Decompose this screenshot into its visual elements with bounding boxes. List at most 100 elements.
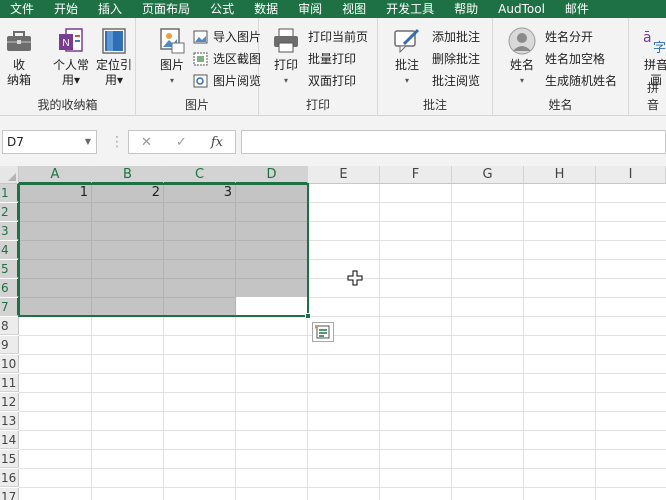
- comment-browse-label: 批注阅览: [432, 74, 481, 88]
- picture-label: 图片: [159, 58, 184, 72]
- row-header-1[interactable]: 1: [0, 184, 19, 202]
- row-header-9[interactable]: 9: [0, 336, 19, 354]
- picture-dropdown-icon: ▾: [169, 76, 174, 85]
- row-header-11[interactable]: 11: [0, 374, 19, 392]
- column-header-e[interactable]: E: [308, 166, 380, 184]
- batch-print-button[interactable]: 批量打印: [286, 49, 356, 69]
- formula-input[interactable]: [241, 130, 666, 154]
- locate-reference-icon: [99, 26, 129, 56]
- row-header-4[interactable]: 4: [0, 241, 19, 259]
- row-header-8[interactable]: 8: [0, 317, 19, 335]
- select-all-corner[interactable]: [0, 166, 19, 184]
- onenote-icon: N: [56, 26, 86, 56]
- locate-reference-label: 定位引 用▾: [95, 58, 132, 87]
- quick-analysis-icon: [315, 325, 330, 339]
- picture-icon: [157, 26, 187, 56]
- name-box[interactable]: D7 ▼: [2, 130, 97, 154]
- row-header-2[interactable]: 2: [0, 203, 19, 221]
- split-name-button[interactable]: 姓名分开: [523, 27, 593, 47]
- formula-bar: D7 ▼ ⋮ ✕ ✓ fx: [0, 116, 666, 166]
- name-box-dropdown-icon[interactable]: ▼: [85, 131, 91, 153]
- menu-home[interactable]: 开始: [44, 0, 88, 18]
- enter-icon[interactable]: ✓: [176, 135, 187, 150]
- cancel-icon[interactable]: ✕: [141, 135, 152, 150]
- name-add-space-button[interactable]: 姓名加空格: [523, 49, 605, 69]
- row-header-15[interactable]: 15: [0, 450, 19, 468]
- column-header-i[interactable]: I: [596, 166, 666, 184]
- row-header-14[interactable]: 14: [0, 431, 19, 449]
- screenshot-icon: [193, 52, 208, 66]
- group-label-picture: 图片: [184, 98, 209, 112]
- name-add-space-label: 姓名加空格: [545, 52, 606, 66]
- menu-file[interactable]: 文件: [0, 0, 44, 18]
- locate-reference-button[interactable]: 定位引 用▾: [94, 26, 134, 88]
- row-header-3[interactable]: 3: [0, 222, 19, 240]
- menu-bar: 文件 开始 插入 页面布局 公式 数据 审阅 视图 开发工具 帮助 AudToo…: [0, 0, 666, 18]
- picture-browse-label: 图片阅览: [213, 74, 262, 88]
- delete-comment-button[interactable]: 删除批注: [410, 49, 480, 69]
- column-header-d[interactable]: D: [236, 166, 308, 184]
- column-header-a[interactable]: A: [19, 166, 92, 184]
- menu-formulas[interactable]: 公式: [200, 0, 244, 18]
- gridline: [19, 411, 666, 412]
- personal-common-button[interactable]: N 个人常 用▾: [50, 26, 92, 88]
- random-name-button[interactable]: 生成随机姓名: [523, 71, 617, 91]
- gridline: [91, 184, 92, 316]
- quick-analysis-button[interactable]: [312, 322, 334, 342]
- name-box-value: D7: [7, 135, 24, 149]
- duplex-print-button[interactable]: 双面打印: [286, 71, 356, 91]
- row-header-12[interactable]: 12: [0, 393, 19, 411]
- box-button[interactable]: 收 纳箱: [2, 26, 36, 88]
- row-header-5[interactable]: 5: [0, 260, 19, 278]
- import-picture-button[interactable]: 导入图片: [191, 27, 261, 47]
- column-header-c[interactable]: C: [164, 166, 236, 184]
- import-picture-label: 导入图片: [213, 30, 262, 44]
- column-header-h[interactable]: H: [524, 166, 596, 184]
- column-header-b[interactable]: B: [92, 166, 164, 184]
- row-header-10[interactable]: 10: [0, 355, 19, 373]
- gridline: [451, 184, 452, 500]
- menu-view[interactable]: 视图: [332, 0, 376, 18]
- personal-common-label: 个人常 用▾: [52, 58, 89, 87]
- row-header-6[interactable]: 6: [0, 279, 19, 297]
- print-current-page-button[interactable]: 打印当前页: [286, 27, 368, 47]
- range-screenshot-label: 选区截图: [213, 52, 262, 66]
- row-header-13[interactable]: 13: [0, 412, 19, 430]
- range-screenshot-button[interactable]: 选区截图: [191, 49, 261, 69]
- group-comment: 批注 ▾ 添加批注 删除批注 批注阅览 批注: [378, 18, 493, 116]
- batch-print-label: 批量打印: [308, 52, 357, 66]
- column-header-g[interactable]: G: [452, 166, 524, 184]
- picture-browse-icon: [193, 74, 208, 88]
- svg-text:N: N: [62, 38, 69, 49]
- row-header-16[interactable]: 16: [0, 469, 19, 487]
- menu-review[interactable]: 审阅: [288, 0, 332, 18]
- cell-cursor-icon: [347, 270, 363, 286]
- row-header-7[interactable]: 7: [0, 298, 19, 316]
- group-label-my-box: 我的收纳箱: [37, 98, 98, 112]
- cell-b1[interactable]: 2: [92, 184, 164, 202]
- insert-function-icon[interactable]: fx: [211, 135, 223, 150]
- picture-button[interactable]: 图片 ▾: [154, 26, 190, 88]
- comment-browse-button[interactable]: 批注阅览: [410, 71, 480, 91]
- gridline: [19, 468, 666, 469]
- menu-mail[interactable]: 邮件: [555, 0, 599, 18]
- delete-comment-label: 删除批注: [432, 52, 481, 66]
- column-header-f[interactable]: F: [380, 166, 452, 184]
- worksheet-grid[interactable]: A B C D E F G H I 1 2 3 1 2 3 4 5 6 7 8 …: [0, 166, 666, 500]
- add-comment-button[interactable]: 添加批注: [410, 27, 480, 47]
- row-header-17[interactable]: 17: [0, 488, 19, 500]
- fill-handle[interactable]: [305, 313, 311, 319]
- menu-help[interactable]: 帮助: [444, 0, 488, 18]
- cell-a1[interactable]: 1: [19, 184, 92, 202]
- menu-audtool[interactable]: AudTool: [488, 0, 555, 18]
- menu-data[interactable]: 数据: [244, 0, 288, 18]
- gridline: [19, 373, 666, 374]
- picture-browse-button[interactable]: 图片阅览: [191, 71, 261, 91]
- cell-c1[interactable]: 3: [164, 184, 236, 202]
- menu-developer[interactable]: 开发工具: [376, 0, 444, 18]
- group-label-name: 姓名: [548, 98, 573, 112]
- split-name-label: 姓名分开: [545, 30, 594, 44]
- menu-insert[interactable]: 插入: [88, 0, 132, 18]
- active-cell-d7[interactable]: [236, 297, 308, 316]
- menu-page-layout[interactable]: 页面布局: [132, 0, 200, 18]
